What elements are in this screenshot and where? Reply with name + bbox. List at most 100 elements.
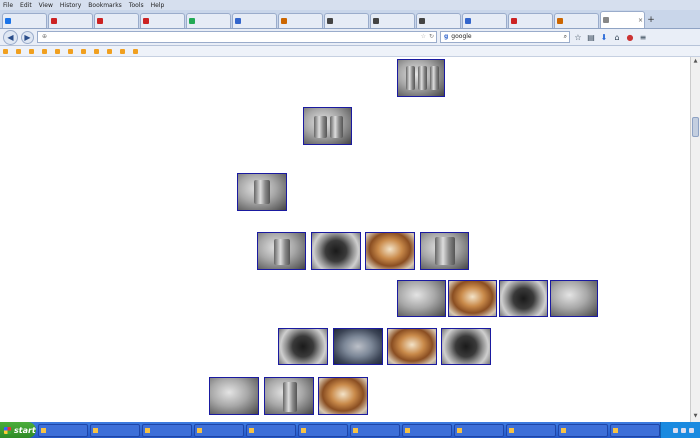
vertical-scrollbar[interactable]: ▲ ▼ — [690, 57, 700, 422]
taskbar-window-button[interactable] — [37, 423, 88, 437]
photo-thumbnail[interactable] — [237, 173, 287, 211]
tab-close-icon[interactable]: × — [638, 17, 644, 24]
window-app-icon — [352, 427, 358, 433]
menu-bookmarks[interactable]: Bookmarks — [88, 2, 122, 9]
new-tab-button[interactable]: + — [646, 14, 656, 28]
bookmark-favicon-icon — [81, 48, 86, 54]
menu-history[interactable]: History — [60, 2, 81, 9]
menu-file[interactable]: File — [3, 2, 13, 9]
scroll-down-arrow-icon[interactable]: ▼ — [692, 413, 699, 421]
taskbar-window-button[interactable] — [349, 423, 400, 437]
search-engine-icon[interactable]: g — [444, 32, 448, 42]
tab-favicon-icon — [189, 18, 195, 24]
browser-tab[interactable] — [232, 13, 277, 28]
site-identity-icon[interactable]: ⊕ — [42, 32, 47, 42]
browser-tab[interactable] — [554, 13, 599, 28]
addon-icon[interactable]: ● — [625, 33, 635, 42]
window-app-icon — [92, 427, 98, 433]
bookmark-item[interactable] — [133, 48, 140, 54]
taskbar-window-button[interactable] — [401, 423, 452, 437]
taskbar-window-button[interactable] — [453, 423, 504, 437]
bookmark-item[interactable] — [16, 48, 23, 54]
menu-tools[interactable]: Tools — [129, 2, 144, 9]
browser-tab[interactable] — [462, 13, 507, 28]
browser-tab[interactable] — [508, 13, 553, 28]
browser-tab[interactable] — [186, 13, 231, 28]
bookmark-item[interactable] — [42, 48, 49, 54]
bookmark-item[interactable] — [3, 48, 10, 54]
reload-icon[interactable]: ↻ — [429, 32, 436, 42]
bookmark-item[interactable] — [81, 48, 88, 54]
bookmark-item[interactable] — [94, 48, 101, 54]
browser-tab[interactable] — [140, 13, 185, 28]
taskbar-window-button[interactable] — [141, 423, 192, 437]
taskbar-window-button[interactable] — [89, 423, 140, 437]
photo-thumbnail[interactable] — [499, 280, 548, 317]
bookmark-item[interactable] — [107, 48, 114, 54]
tray-icon[interactable] — [689, 427, 694, 433]
photo-thumbnail[interactable] — [550, 280, 598, 317]
photo-thumbnail[interactable] — [397, 280, 446, 317]
start-button[interactable]: start — [0, 422, 36, 438]
photo-thumbnail[interactable] — [448, 280, 497, 317]
tray-icon[interactable] — [681, 427, 686, 433]
taskbar-window-button[interactable] — [297, 423, 348, 437]
address-bar[interactable]: ⊕ ☆ ↻ — [37, 31, 437, 43]
window-app-icon — [560, 427, 566, 433]
browser-tab[interactable] — [94, 13, 139, 28]
menu-edit[interactable]: Edit — [20, 2, 32, 9]
photo-thumbnail[interactable] — [209, 377, 259, 415]
photo-thumbnail[interactable] — [264, 377, 314, 415]
bookmark-star-icon[interactable]: ☆ — [573, 33, 583, 42]
browser-tab[interactable] — [324, 13, 369, 28]
browser-tab[interactable] — [278, 13, 323, 28]
photo-thumbnail[interactable] — [441, 328, 491, 365]
bookmark-item[interactable] — [120, 48, 127, 54]
forward-button[interactable]: ▶ — [21, 30, 34, 44]
photo-thumbnail[interactable] — [333, 328, 383, 365]
tab-favicon-icon — [327, 18, 333, 24]
menu-view[interactable]: View — [39, 2, 53, 9]
photo-thumbnail[interactable] — [257, 232, 306, 270]
browser-tab[interactable]: × — [600, 11, 645, 28]
taskbar-window-button[interactable] — [193, 423, 244, 437]
menu-bar: File Edit View History Bookmarks Tools H… — [0, 0, 700, 10]
photo-thumbnail[interactable] — [365, 232, 415, 270]
browser-tab[interactable] — [2, 13, 47, 28]
photo-thumbnail[interactable] — [387, 328, 437, 365]
bookmarks-menu-icon[interactable]: ▤ — [586, 33, 596, 42]
search-icon[interactable]: ⌕ — [564, 32, 569, 42]
tab-favicon-icon — [603, 17, 609, 23]
scroll-up-arrow-icon[interactable]: ▲ — [692, 58, 699, 66]
scrollbar-thumb[interactable] — [692, 117, 699, 137]
home-icon[interactable]: ⌂ — [612, 33, 622, 42]
photo-thumbnail[interactable] — [318, 377, 368, 415]
bookmark-item[interactable] — [55, 48, 62, 54]
download-icon[interactable]: ⬇ — [599, 33, 609, 42]
photo-thumbnail[interactable] — [311, 232, 361, 270]
taskbar-window-button[interactable] — [505, 423, 556, 437]
photo-thumbnail[interactable] — [420, 232, 469, 270]
bookmark-favicon-icon — [107, 48, 112, 54]
search-box[interactable]: g google ⌕ — [440, 31, 570, 43]
window-app-icon — [144, 427, 150, 433]
bookmark-item[interactable] — [68, 48, 75, 54]
window-app-icon — [404, 427, 410, 433]
taskbar-window-button[interactable] — [609, 423, 660, 437]
taskbar-window-button[interactable] — [245, 423, 296, 437]
window-app-icon — [300, 427, 306, 433]
browser-tab[interactable] — [370, 13, 415, 28]
back-button[interactable]: ◀ — [3, 29, 18, 45]
photo-thumbnail[interactable] — [278, 328, 328, 365]
browser-tab[interactable] — [48, 13, 93, 28]
browser-tab[interactable] — [416, 13, 461, 28]
menu-icon[interactable]: ≡ — [638, 33, 648, 42]
menu-help[interactable]: Help — [151, 2, 165, 9]
tray-icon[interactable] — [673, 427, 678, 433]
bookmark-favicon-icon — [16, 48, 21, 54]
taskbar-window-button[interactable] — [557, 423, 608, 437]
photo-thumbnail[interactable] — [303, 107, 352, 145]
photo-thumbnail[interactable] — [397, 59, 445, 97]
bookmark-star-icon[interactable]: ☆ — [421, 32, 426, 42]
bookmark-item[interactable] — [29, 48, 36, 54]
